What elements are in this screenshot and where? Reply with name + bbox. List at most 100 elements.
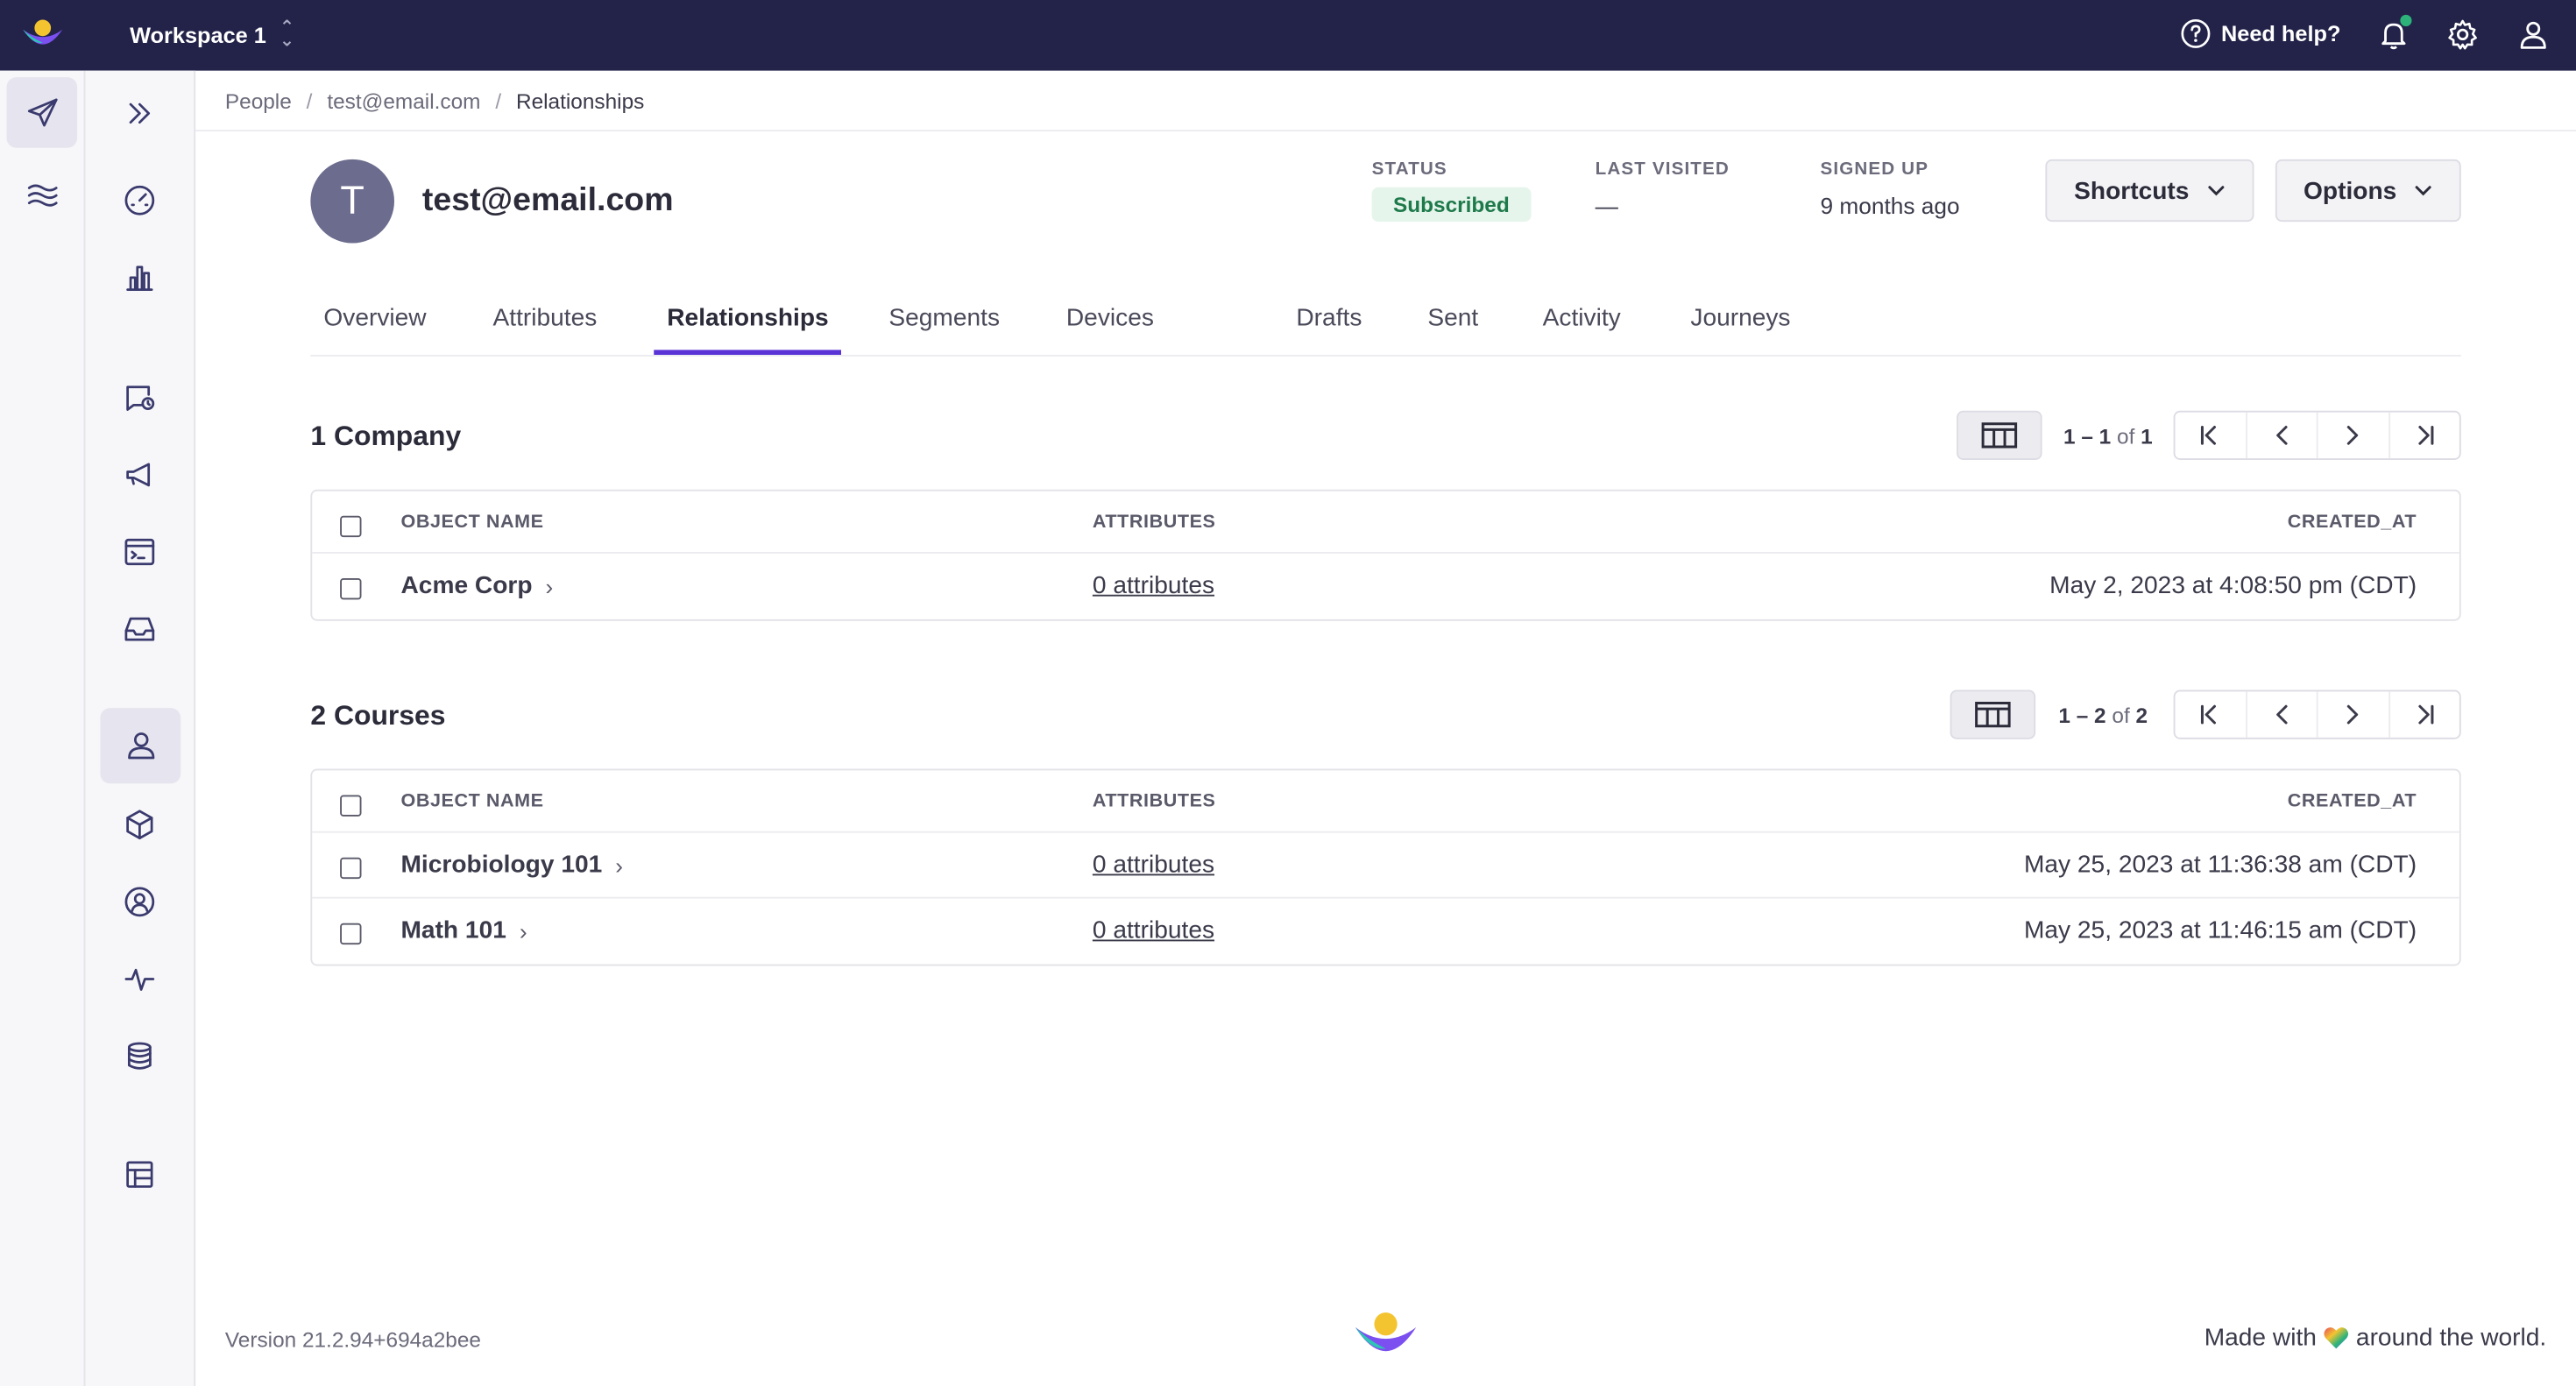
- user-account-icon[interactable]: [2517, 18, 2551, 52]
- object-name: Acme Corp: [400, 571, 533, 600]
- nav-analytics[interactable]: [102, 244, 177, 310]
- breadcrumb-separator: /: [306, 88, 313, 113]
- column-settings-button[interactable]: [1950, 689, 2036, 739]
- need-help-button[interactable]: Need help?: [2180, 18, 2340, 50]
- nav-people[interactable]: [100, 708, 181, 784]
- tab-attributes[interactable]: Attributes: [493, 304, 598, 332]
- nav-activity-logs[interactable]: [102, 946, 177, 1012]
- nav-segments[interactable]: [102, 869, 177, 935]
- object-name-link[interactable]: Acme Corp ›: [401, 572, 554, 600]
- signed-up-label: SIGNED UP: [1820, 159, 1929, 180]
- table-row[interactable]: Math 101 › 0 attributes May 25, 2023 at 1…: [312, 899, 2459, 965]
- last-visited-value: —: [1595, 192, 1618, 219]
- column-header-attributes: ATTRIBUTES: [1092, 513, 1216, 533]
- table-row[interactable]: Microbiology 101 › 0 attributes May 25, 2…: [312, 833, 2459, 899]
- table-layout-icon: [126, 1161, 153, 1188]
- last-page-button[interactable]: [2389, 691, 2459, 738]
- nav-inbox[interactable]: [102, 597, 177, 662]
- help-circle-icon: [2181, 18, 2211, 48]
- next-page-button[interactable]: [2318, 412, 2390, 459]
- tab-sent[interactable]: Sent: [1427, 304, 1478, 332]
- attributes-link[interactable]: 0 attributes: [1093, 916, 1214, 944]
- person-circle-icon: [124, 887, 155, 917]
- nav-content[interactable]: [102, 1142, 177, 1207]
- options-label: Options: [2304, 176, 2397, 205]
- tab-devices[interactable]: Devices: [1066, 304, 1154, 332]
- next-page-button[interactable]: [2318, 691, 2390, 738]
- shortcuts-button[interactable]: Shortcuts: [2045, 159, 2254, 223]
- row-checkbox[interactable]: [340, 578, 362, 600]
- pagination-of: of: [2112, 703, 2130, 728]
- rail-messaging-button[interactable]: [6, 77, 78, 148]
- secondary-rail: [85, 70, 196, 1386]
- prev-page-button[interactable]: [2247, 691, 2318, 738]
- column-header-object-name[interactable]: OBJECT NAME: [401, 513, 544, 533]
- row-checkbox[interactable]: [340, 857, 362, 880]
- gear-icon[interactable]: [2446, 18, 2480, 52]
- courses-section-title: 2 Courses: [310, 699, 446, 732]
- first-page-icon: [2201, 704, 2217, 725]
- pagination-total: 2: [2135, 703, 2148, 728]
- profile-tabs: Overview Attributes Relationships Segmen…: [310, 283, 2461, 357]
- chevron-right-icon: [2347, 704, 2359, 725]
- object-name-link[interactable]: Math 101 ›: [401, 916, 527, 944]
- cube-icon: [126, 810, 153, 840]
- tab-drafts[interactable]: Drafts: [1296, 304, 1362, 332]
- active-tab-indicator: [654, 350, 841, 355]
- prev-page-button[interactable]: [2247, 412, 2318, 459]
- database-icon: [127, 1042, 152, 1070]
- created-at: May 2, 2023 at 4:08:50 pm (CDT): [2049, 571, 2417, 600]
- attributes-link[interactable]: 0 attributes: [1093, 572, 1214, 600]
- table-header-row: OBJECT NAME ATTRIBUTES CREATED_AT: [312, 770, 2459, 833]
- chevron-left-icon: [2275, 704, 2288, 725]
- nav-dashboard[interactable]: [102, 167, 177, 233]
- column-settings-button[interactable]: [1957, 410, 2042, 460]
- bar-chart-icon: [126, 265, 153, 291]
- breadcrumb-people[interactable]: People: [225, 88, 292, 112]
- nav-transactional[interactable]: [102, 520, 177, 585]
- nav-campaigns[interactable]: [102, 364, 177, 430]
- breadcrumb: People / test@email.com / Relationships: [195, 71, 2576, 131]
- nav-broadcasts[interactable]: [102, 442, 177, 507]
- workspace-switcher[interactable]: Workspace 1 ⌃ ⌄: [130, 18, 295, 52]
- column-header-object-name[interactable]: OBJECT NAME: [401, 792, 544, 812]
- terminal-window-icon: [124, 538, 155, 566]
- pagination-controls: [2173, 410, 2461, 460]
- tab-activity[interactable]: Activity: [1543, 304, 1621, 332]
- breadcrumb-person[interactable]: test@email.com: [327, 88, 480, 112]
- page-title: test@email.com: [421, 182, 674, 219]
- footer-logo-icon: [1355, 1312, 1417, 1352]
- rail-data-pipelines-button[interactable]: [7, 159, 78, 230]
- company-table: OBJECT NAME ATTRIBUTES CREATED_AT Acme C…: [310, 489, 2461, 621]
- attributes-link[interactable]: 0 attributes: [1093, 851, 1214, 879]
- column-header-created-at[interactable]: CREATED_AT: [2288, 513, 2417, 533]
- row-checkbox[interactable]: [340, 923, 362, 945]
- first-page-button[interactable]: [2176, 412, 2247, 459]
- last-page-icon: [2417, 704, 2433, 725]
- tab-overview[interactable]: Overview: [323, 304, 426, 332]
- tab-segments[interactable]: Segments: [888, 304, 1000, 332]
- avatar: T: [310, 159, 394, 244]
- workspace-name: Workspace 1: [130, 22, 266, 47]
- options-button[interactable]: Options: [2275, 159, 2461, 223]
- tab-journeys[interactable]: Journeys: [1690, 304, 1790, 332]
- tab-relationships[interactable]: Relationships: [667, 304, 828, 332]
- expand-sidebar-button[interactable]: [102, 86, 177, 142]
- pagination-total: 1: [2141, 423, 2153, 449]
- last-page-button[interactable]: [2389, 413, 2459, 459]
- columns-icon: [1975, 702, 2011, 728]
- breadcrumb-current: Relationships: [515, 88, 645, 113]
- object-name-link[interactable]: Microbiology 101 ›: [401, 851, 624, 879]
- nav-objects[interactable]: [102, 792, 177, 858]
- select-all-checkbox[interactable]: [340, 515, 362, 538]
- column-header-attributes: ATTRIBUTES: [1092, 791, 1216, 812]
- nav-data[interactable]: [102, 1023, 177, 1089]
- first-page-button[interactable]: [2176, 691, 2247, 738]
- table-row[interactable]: Acme Corp › 0 attributes May 2, 2023 at 4…: [312, 554, 2459, 619]
- updown-chevron-icon: ⌃ ⌄: [279, 18, 295, 52]
- column-header-created-at[interactable]: CREATED_AT: [2288, 792, 2417, 812]
- select-all-checkbox[interactable]: [340, 795, 362, 817]
- customerio-logo-icon[interactable]: [20, 17, 67, 53]
- top-bar: Workspace 1 ⌃ ⌄ Need help?: [0, 0, 2576, 71]
- shortcuts-label: Shortcuts: [2074, 176, 2190, 205]
